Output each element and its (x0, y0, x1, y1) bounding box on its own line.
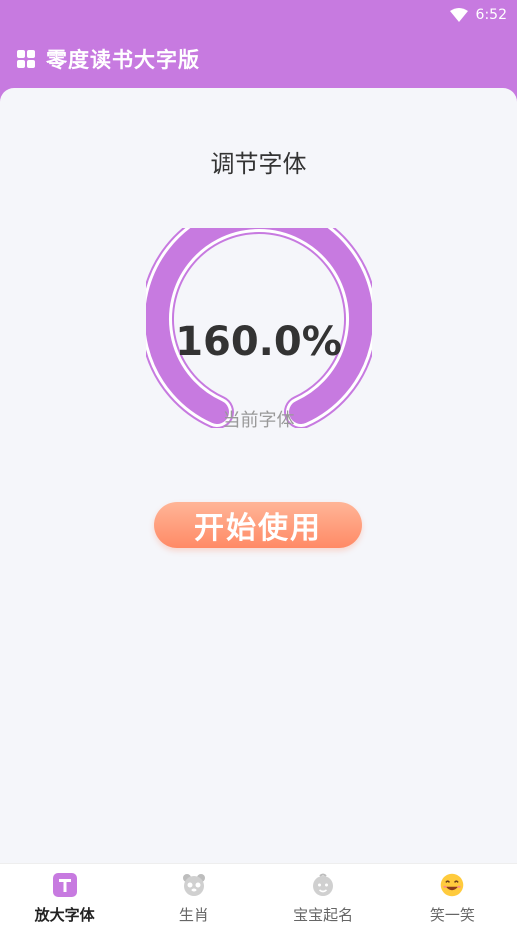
start-button[interactable]: 开始使用 (154, 502, 362, 548)
tab-baby-name[interactable]: 宝宝起名 (259, 864, 388, 925)
status-bar: 6:52 (0, 0, 517, 30)
grid-icon[interactable] (16, 49, 36, 69)
status-time: 6:52 (475, 7, 507, 23)
smile-icon (439, 872, 465, 898)
baby-icon (310, 872, 336, 898)
panda-icon (181, 872, 207, 898)
tab-font-size[interactable]: 放大字体 (0, 864, 129, 925)
tab-label: 放大字体 (34, 906, 95, 924)
main-content: 调节字体 160.0% 当前字体 开始使用 (0, 88, 517, 863)
tab-jokes[interactable]: 笑一笑 (388, 864, 517, 925)
tab-label: 生肖 (178, 906, 209, 924)
section-title: 调节字体 (210, 150, 307, 178)
bottom-tab-bar: 放大字体 生肖 宝宝起名 笑一笑 (0, 863, 517, 925)
app-bar: 零度读书大字版 (0, 30, 517, 88)
gauge-value: 160.0% (175, 319, 342, 365)
app-title: 零度读书大字版 (46, 48, 200, 72)
font-size-icon (52, 872, 78, 898)
tab-label: 笑一笑 (429, 906, 475, 924)
gauge-caption: 当前字体 (222, 410, 295, 431)
tab-label: 宝宝起名 (293, 906, 354, 924)
wifi-icon (449, 8, 468, 22)
tab-zodiac[interactable]: 生肖 (129, 864, 258, 925)
